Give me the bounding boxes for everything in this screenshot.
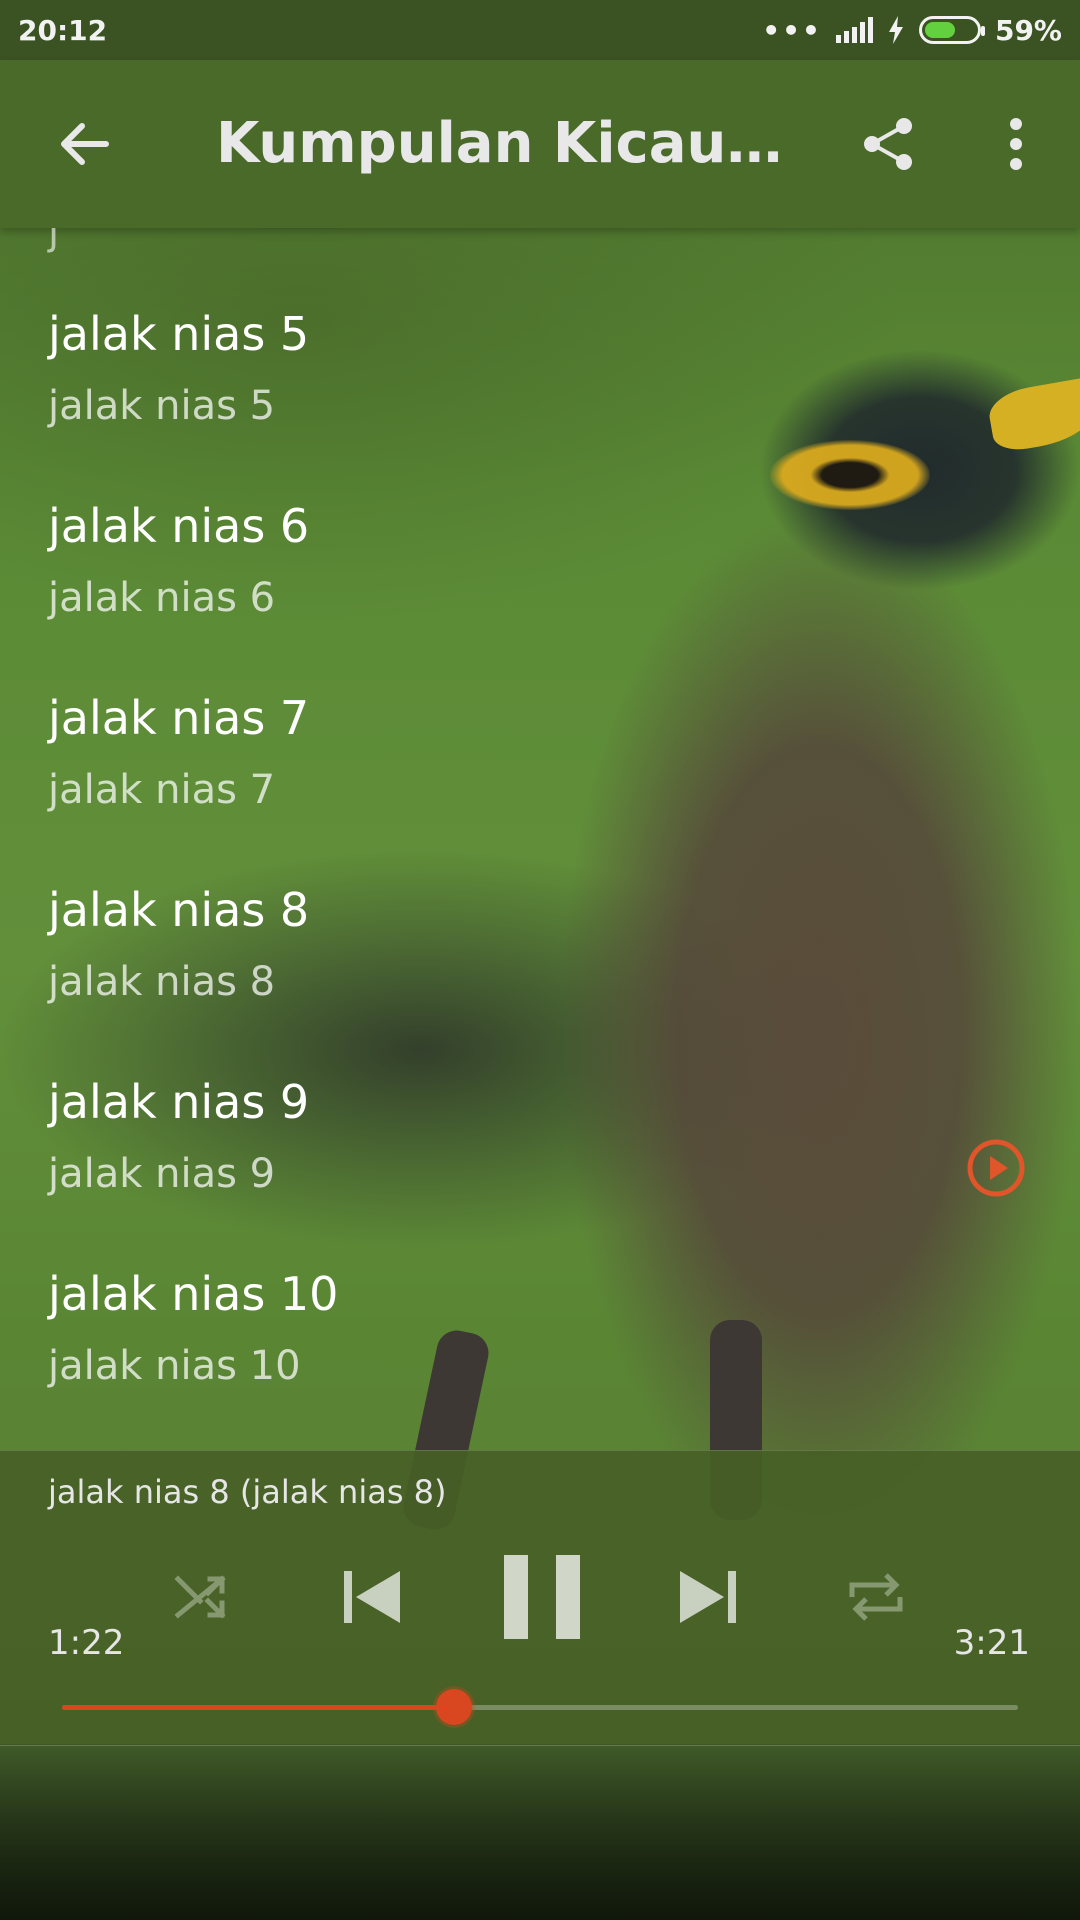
- background-bottom: [0, 1744, 1080, 1920]
- app-title: Kumpulan Kicau Jal...: [216, 111, 796, 176]
- signal-strength-icon: [835, 17, 873, 43]
- list-item-subtitle: jalak nias 10: [48, 1343, 301, 1389]
- list-item-subtitle: jalak nias 7: [48, 767, 276, 813]
- list-item-subtitle: jalak nias 9: [48, 1151, 276, 1197]
- list-item[interactable]: jalak nias 5 jalak nias 5: [48, 302, 1048, 494]
- list-item[interactable]: jalak nias 7 jalak nias 7: [48, 686, 1048, 878]
- battery-level: [924, 22, 955, 38]
- list-item[interactable]: jalak nias 10 jalak nias 10: [48, 1262, 1048, 1450]
- list-item-title: jalak nias 5: [48, 307, 310, 361]
- progress-thumb[interactable]: [435, 1689, 472, 1725]
- track-list: j jalak nias 5 jalak nias 5 jalak nias 6…: [0, 228, 1080, 1450]
- progress-fill: [62, 1705, 454, 1710]
- charging-bolt-icon: [888, 16, 903, 44]
- arrow-left-icon[interactable]: [54, 114, 114, 174]
- list-item-title: jalak nias 8: [48, 883, 310, 937]
- pause-icon[interactable]: [500, 1553, 584, 1641]
- status-time: 20:12: [18, 13, 108, 47]
- battery-percent: 59%: [994, 13, 1062, 47]
- list-item[interactable]: jalak nias 6 jalak nias 6: [48, 494, 1048, 686]
- more-vertical-icon[interactable]: [986, 114, 1046, 174]
- app-bar: Kumpulan Kicau Jal...: [0, 60, 1080, 228]
- skip-previous-icon[interactable]: [332, 1557, 412, 1637]
- list-item-title: jalak nias 9: [48, 1075, 310, 1129]
- progress-slider[interactable]: [62, 1689, 1018, 1725]
- shuffle-icon[interactable]: [164, 1557, 244, 1637]
- list-item-playing[interactable]: jalak nias 8 jalak nias 8: [48, 878, 1048, 1070]
- list-item-subtitle: jalak nias 6: [48, 575, 276, 621]
- share-icon[interactable]: [858, 114, 918, 174]
- partial-list-item[interactable]: j: [48, 228, 59, 254]
- status-bar: 20:12 ••• 59%: [0, 0, 1080, 60]
- list-item-subtitle: jalak nias 5: [48, 383, 276, 429]
- play-circle-icon[interactable]: [966, 1138, 1026, 1198]
- list-item-title: jalak nias 7: [48, 691, 310, 745]
- player-panel: jalak nias 8 (jalak nias 8) 1:22 3:21: [0, 1450, 1080, 1746]
- list-item-title: jalak nias 6: [48, 499, 310, 553]
- battery-icon: [918, 16, 985, 44]
- now-playing-text: jalak nias 8 (jalak nias 8): [48, 1473, 447, 1511]
- notification-dots-icon: •••: [762, 13, 822, 47]
- list-item[interactable]: jalak nias 9 jalak nias 9: [48, 1070, 1048, 1262]
- total-duration: 3:21: [953, 1623, 1030, 1663]
- list-item-title: jalak nias 10: [48, 1267, 339, 1321]
- status-icons: ••• 59%: [762, 14, 1062, 47]
- elapsed-time: 1:22: [48, 1623, 125, 1663]
- list-item-subtitle: jalak nias 8: [48, 959, 276, 1005]
- skip-next-icon[interactable]: [668, 1557, 748, 1637]
- repeat-icon[interactable]: [836, 1557, 916, 1637]
